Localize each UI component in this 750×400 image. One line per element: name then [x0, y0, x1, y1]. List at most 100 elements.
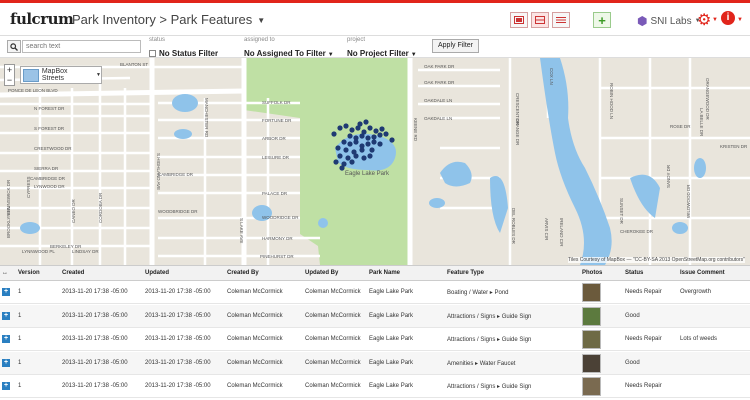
feature-point-marker[interactable] — [347, 141, 353, 147]
expand-row-icon[interactable]: + — [2, 311, 10, 320]
feature-point-marker[interactable] — [383, 131, 389, 137]
column-header-version[interactable]: Version — [18, 270, 40, 276]
zoom-control[interactable]: + − — [4, 64, 15, 86]
column-header-feature-type[interactable]: Feature Type — [447, 270, 484, 276]
expand-row-icon[interactable]: + — [2, 288, 10, 296]
feature-point-marker[interactable] — [353, 153, 359, 159]
map-canvas[interactable]: BLANTON ST PONCE DE LEON BLVD SUFFOLK DR FO… — [0, 58, 750, 265]
cell-created: 2013-11-20 17:38 -05:00 — [62, 289, 128, 295]
street-label: PONCE DE LEON BLVD — [8, 88, 58, 93]
column-header-created-by[interactable]: Created By — [227, 270, 259, 276]
cell-feature: Amenities ▸ Water Faucet — [447, 360, 516, 367]
map-view-button[interactable] — [510, 12, 528, 28]
column-header-issue-comment[interactable]: Issue Comment — [680, 270, 725, 276]
zoom-out-button[interactable]: − — [5, 75, 14, 85]
status-filter-checkbox[interactable] — [149, 50, 156, 58]
photo-thumbnail[interactable] — [582, 377, 601, 396]
feature-point-marker[interactable] — [345, 155, 351, 161]
map-attribution[interactable]: Tiles Courtesy of MapBox — "CC-BY-SA 201… — [568, 257, 745, 263]
fulcrum-logo[interactable]: fulcrum — [10, 10, 74, 28]
feature-point-marker[interactable] — [377, 132, 383, 138]
feature-point-marker[interactable] — [341, 139, 347, 145]
column-header-park-name[interactable]: Park Name — [369, 270, 400, 276]
add-record-button[interactable]: + — [593, 12, 611, 28]
feature-point-marker[interactable] — [349, 159, 355, 165]
cell-updated: 2013-11-20 17:38 -05:00 — [145, 336, 211, 342]
table-row[interactable]: +1 2013-11-20 17:38 -05:00 2013-11-20 17:3… — [0, 281, 750, 304]
table-row[interactable]: +1 2013-11-20 17:38 -05:00 2013-11-20 17:3… — [0, 351, 750, 375]
feature-point-marker[interactable] — [337, 125, 343, 131]
column-header-updated[interactable]: Updated — [145, 270, 169, 276]
search-icon[interactable] — [7, 40, 21, 53]
cell-created: 2013-11-20 17:38 -05:00 — [62, 312, 128, 319]
feature-point-marker[interactable] — [359, 133, 365, 139]
column-header-photos[interactable]: Photos — [582, 270, 602, 276]
cell-created-by: Coleman McCormick — [227, 336, 283, 342]
zoom-in-button[interactable]: + — [5, 65, 14, 75]
feature-point-marker[interactable] — [347, 133, 353, 139]
street-label: CRESTWOOD DR — [34, 146, 72, 151]
chevron-down-icon: ▼ — [96, 72, 101, 78]
feature-point-marker[interactable] — [343, 147, 349, 153]
feature-point-marker[interactable] — [349, 127, 355, 133]
status-filter-value: No Status Filter — [159, 49, 219, 58]
feature-point-marker[interactable] — [361, 155, 367, 161]
expand-row-icon[interactable]: + — [2, 382, 10, 390]
feature-point-marker[interactable] — [333, 159, 339, 165]
feature-point-marker[interactable] — [339, 165, 345, 171]
cell-version: 1 — [18, 312, 22, 319]
table-row[interactable]: +1 2013-11-20 17:38 -05:00 2013-11-20 17:3… — [0, 328, 750, 351]
expand-row-icon[interactable]: + — [2, 335, 10, 343]
street-label: HARMONY DR — [262, 236, 293, 241]
org-switcher[interactable]: ⬢ SNI Labs ▼ — [637, 14, 701, 28]
feature-point-marker[interactable] — [357, 121, 363, 127]
table-row[interactable]: +1 2013-11-20 17:38 -05:00 2013-11-20 17:3… — [0, 375, 750, 398]
gear-icon[interactable]: ⚙ — [697, 10, 711, 30]
split-view-button[interactable] — [531, 12, 549, 28]
column-header-updated-by[interactable]: Updated By — [305, 270, 338, 276]
feature-point-marker[interactable] — [359, 147, 365, 153]
street-label: OAK PARK DR — [424, 64, 455, 69]
map-layer-select[interactable]: MapBox Streets ▼ — [20, 66, 102, 84]
feature-point-marker[interactable] — [343, 123, 349, 129]
column-header-status[interactable]: Status — [625, 270, 643, 276]
feature-point-marker[interactable] — [337, 153, 343, 159]
street-label: ORANGEWOOD DR — [705, 78, 710, 121]
feature-point-marker[interactable] — [367, 125, 373, 131]
photo-thumbnail[interactable] — [582, 353, 601, 373]
info-icon[interactable]: i — [721, 11, 735, 25]
feature-point-marker[interactable] — [335, 145, 341, 151]
street-label: COX LN — [549, 68, 554, 85]
feature-point-marker[interactable] — [377, 141, 383, 147]
map-view[interactable]: BLANTON ST PONCE DE LEON BLVD SUFFOLK DR FO… — [0, 58, 750, 265]
feature-point-marker[interactable] — [363, 119, 369, 125]
street-label: KRISTEN DR — [720, 144, 748, 149]
cell-created-by: Coleman McCormick — [227, 383, 283, 389]
table-row[interactable]: +1 2013-11-20 17:38 -05:00 2013-11-20 17:3… — [0, 304, 750, 328]
breadcrumb[interactable]: Park Inventory > Park Features ▼ — [72, 12, 265, 27]
feature-point-marker[interactable] — [389, 137, 395, 143]
feature-point-marker[interactable] — [373, 128, 379, 134]
column-header-created[interactable]: Created — [62, 270, 84, 276]
feature-point-marker[interactable] — [369, 147, 375, 153]
apply-filter-button[interactable]: Apply Filter — [432, 39, 480, 53]
feature-point-marker[interactable] — [371, 139, 377, 145]
feature-point-marker[interactable] — [371, 134, 377, 140]
street-label: CYPRESS — [26, 176, 31, 198]
search-input[interactable] — [22, 40, 141, 53]
street-label: S HIGHLAND AVE — [156, 153, 161, 190]
photo-thumbnail[interactable] — [582, 283, 601, 302]
expand-row-icon[interactable]: + — [2, 358, 10, 367]
hexagon-icon: ⬢ — [637, 14, 648, 28]
street-label: BROOKLYN LN — [6, 206, 11, 238]
photo-thumbnail[interactable] — [582, 306, 601, 326]
feature-point-marker[interactable] — [331, 131, 337, 137]
column-header-expand[interactable]: ↔ — [2, 270, 8, 276]
feature-point-marker[interactable] — [365, 141, 371, 147]
feature-point-marker[interactable] — [365, 135, 371, 141]
feature-point-marker[interactable] — [367, 153, 373, 159]
photo-thumbnail[interactable] — [582, 330, 601, 349]
feature-point-marker[interactable] — [379, 126, 385, 132]
feature-point-marker[interactable] — [353, 139, 359, 145]
table-view-button[interactable] — [552, 12, 570, 28]
